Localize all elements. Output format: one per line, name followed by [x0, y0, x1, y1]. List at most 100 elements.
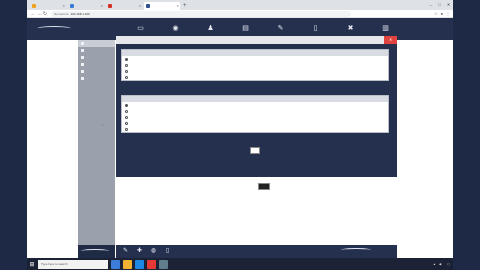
phone-icon[interactable]: ▯	[163, 247, 172, 256]
close-window-button[interactable]: ✕	[444, 0, 453, 10]
document-icon: ▥	[382, 25, 389, 32]
window-controls: – □ ✕	[426, 0, 453, 10]
system-tray: ▲ ◀ ▢	[433, 262, 453, 266]
main-menu: ▭ ◉ ♟ ▤ ✎ ▯ ✖ ▥	[123, 24, 403, 34]
tab-close-icon[interactable]: ✕	[100, 4, 103, 8]
windows-start-icon[interactable]: ⊞	[27, 261, 37, 268]
brush-icon: ✎	[277, 25, 284, 32]
sidebar-item-1[interactable]	[78, 40, 115, 47]
tab-favicon-icon	[32, 4, 36, 8]
logo-swoosh-icon	[37, 26, 71, 31]
browser-tab-3[interactable]: ✕	[106, 2, 142, 10]
sidebar-item-4[interactable]	[78, 61, 115, 68]
file-icon: ▯	[313, 25, 318, 32]
camera-icon: ◉	[172, 25, 179, 32]
menu-item-1[interactable]: ▭	[123, 24, 158, 34]
edge-browser-icon[interactable]	[135, 259, 144, 269]
new-tab-button[interactable]: +	[183, 2, 187, 10]
sidebar-item-2[interactable]	[78, 47, 115, 54]
tab-close-icon[interactable]: ✕	[62, 4, 65, 8]
browser-tab-1[interactable]: ✕	[30, 2, 66, 10]
browser-window: ✕ ✕ ✕ ✕ + – □ ✕ ← → ↻ Not secure 192.168…	[27, 0, 453, 258]
sidebar-item-6[interactable]	[78, 75, 115, 82]
notifications-icon[interactable]: ▢	[447, 262, 450, 266]
tab-favicon-icon	[108, 4, 112, 8]
menu-dots-icon[interactable]: ⋮	[446, 11, 450, 16]
tab-strip: ✕ ✕ ✕ ✕ + – □ ✕	[27, 0, 453, 10]
close-button[interactable]	[258, 183, 270, 190]
taskbar-search-placeholder: Type here to search	[41, 262, 68, 266]
sidebar-bullet-icon	[81, 70, 84, 73]
windows-taskbar: ⊞ Type here to search ▲ ◀ ▢	[27, 258, 453, 270]
bottom-toolbar: ✎ ✚ ◍ ▯	[116, 245, 397, 258]
settings-dialog: ✕	[116, 36, 397, 177]
radio-icon[interactable]	[125, 63, 128, 67]
apply-button[interactable]	[250, 147, 260, 154]
tab-close-icon[interactable]: ✕	[176, 4, 179, 8]
letterbox-left	[0, 0, 27, 270]
radio-icon[interactable]	[125, 121, 128, 125]
wrench-icon[interactable]: ✎	[121, 247, 130, 256]
address-bar[interactable]: Not secure 192.168.1.100	[51, 10, 351, 17]
user-icon: ♟	[207, 25, 214, 32]
main-content: › ✕ ✎ ✚ ◍ ▯	[27, 36, 453, 258]
file-explorer-icon[interactable]	[123, 259, 132, 269]
dialog-close-button[interactable]: ✕	[384, 36, 397, 44]
radio-icon[interactable]	[125, 115, 128, 119]
plus-icon[interactable]: ✚	[135, 247, 144, 256]
radio-checked-icon[interactable]	[125, 57, 128, 61]
network-icon[interactable]: ▲	[433, 262, 436, 266]
radio-icon[interactable]	[125, 127, 128, 131]
sidebar: ›	[78, 40, 115, 258]
sidebar-item-5[interactable]	[78, 68, 115, 75]
menu-item-3[interactable]: ♟	[193, 24, 228, 34]
logo-swoosh-icon	[341, 248, 371, 252]
tab-favicon-icon	[70, 4, 74, 8]
tools-icon: ✖	[347, 25, 354, 32]
radio-icon[interactable]	[125, 109, 128, 113]
menu-item-5[interactable]: ✎	[263, 24, 298, 34]
monitor-icon: ▭	[137, 25, 144, 32]
radio-checked-icon[interactable]	[125, 103, 128, 107]
sidebar-bullet-icon	[81, 49, 84, 52]
menu-item-8[interactable]: ▥	[368, 24, 403, 34]
browser-toolbar: ← → ↻ Not secure 192.168.1.100 ☆ ● ⋮	[27, 10, 453, 18]
footer-brand-logo	[339, 246, 389, 257]
not-secure-label: Not secure	[54, 11, 69, 16]
sidebar-bullet-icon	[81, 63, 84, 66]
tab-favicon-icon	[146, 4, 150, 8]
maximize-button[interactable]: □	[435, 0, 444, 10]
menu-item-7[interactable]: ✖	[333, 24, 368, 34]
taskbar-search-box[interactable]: Type here to search	[38, 259, 108, 269]
minimize-button[interactable]: –	[426, 0, 435, 10]
browser-tab-2[interactable]: ✕	[68, 2, 104, 10]
browser-tab-4[interactable]: ✕	[144, 2, 180, 10]
screen: ✕ ✕ ✕ ✕ + – □ ✕ ← → ↻ Not secure 192.168…	[0, 0, 480, 270]
sidebar-item-3[interactable]	[78, 54, 115, 61]
sidebar-bullet-icon	[81, 56, 84, 59]
menu-item-4[interactable]: ▤	[228, 24, 263, 34]
menu-item-2[interactable]: ◉	[158, 24, 193, 34]
volume-icon[interactable]: ◀	[439, 262, 441, 266]
reload-icon[interactable]: ↻	[42, 11, 48, 17]
globe-icon[interactable]: ◍	[149, 247, 158, 256]
store-icon[interactable]	[159, 259, 168, 269]
option-group-1	[121, 49, 389, 81]
url-text: 192.168.1.100	[70, 11, 90, 16]
tab-close-icon[interactable]: ✕	[138, 4, 141, 8]
star-icon[interactable]: ☆	[434, 11, 438, 16]
dialog-titlebar	[116, 36, 397, 44]
sidebar-collapse-icon[interactable]: ›	[102, 122, 103, 127]
option-group-2	[121, 95, 389, 133]
radio-option[interactable]	[122, 74, 388, 80]
radio-icon[interactable]	[125, 69, 128, 73]
chrome-browser-icon[interactable]	[147, 259, 156, 269]
letterbox-right	[453, 0, 480, 270]
toolbar-actions: ☆ ● ⋮	[434, 11, 450, 16]
radio-icon[interactable]	[125, 75, 128, 79]
menu-item-6[interactable]: ▯	[298, 24, 333, 34]
task-view-icon[interactable]	[111, 259, 120, 269]
profile-icon[interactable]: ●	[441, 11, 443, 16]
radio-option[interactable]	[122, 126, 388, 132]
logo-swoosh-icon	[81, 249, 109, 253]
